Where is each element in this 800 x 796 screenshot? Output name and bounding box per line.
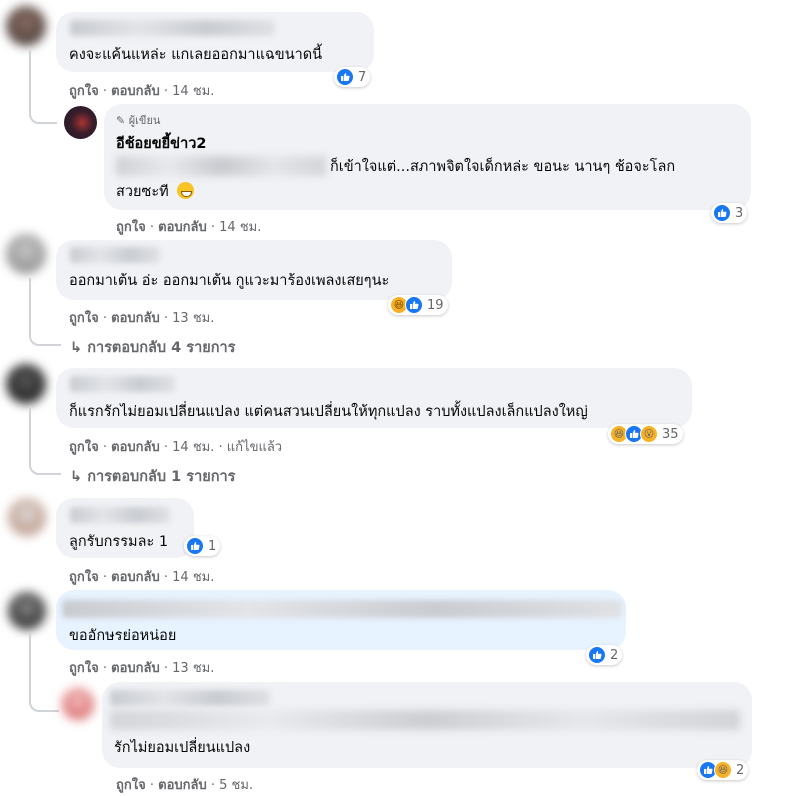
reply-link[interactable]: ตอบกลับ [111, 570, 160, 585]
like-link[interactable]: ถูกใจ [69, 661, 99, 676]
thumbs-up-icon [186, 537, 204, 555]
like-link[interactable]: ถูกใจ [69, 570, 99, 585]
avatar[interactable] [62, 688, 94, 720]
reaction-summary[interactable]: 😆 2 [697, 760, 749, 780]
reaction-summary[interactable]: 😆 19 [388, 295, 448, 315]
comment-actions: ถูกใจ · ตอบกลับ · 14 ชม. [116, 220, 262, 235]
thumbs-up-icon [713, 204, 731, 222]
view-replies-link[interactable]: ↳ การตอบกลับ 4 รายการ [70, 336, 235, 359]
timestamp[interactable]: 5 ชม. [219, 778, 253, 793]
timestamp[interactable]: 14 ชม. [172, 440, 214, 455]
thread-connector [29, 406, 61, 475]
reply-link[interactable]: ตอบกลับ [111, 84, 160, 99]
timestamp[interactable]: 13 ชม. [172, 311, 214, 326]
thumbs-up-icon [405, 296, 423, 314]
comment-text: รักไม่ยอมเปลี่ยนแปลง [114, 740, 251, 756]
reaction-summary[interactable]: 1 [184, 536, 221, 556]
like-link[interactable]: ถูกใจ [116, 778, 146, 793]
comment-actions: ถูกใจ · ตอบกลับ · 14 ชม. · แก้ไขแล้ว [69, 440, 283, 455]
like-link[interactable]: ถูกใจ [116, 220, 146, 235]
avatar[interactable] [8, 498, 46, 536]
comment-text: ขออักษรย่อหน่อย [69, 628, 177, 644]
timestamp[interactable]: 14 ชม. [172, 84, 214, 99]
avatar[interactable] [6, 234, 46, 274]
timestamp[interactable]: 14 ชม. [219, 220, 261, 235]
like-link[interactable]: ถูกใจ [69, 440, 99, 455]
view-replies-link[interactable]: ↳ การตอบกลับ 1 รายการ [70, 465, 235, 488]
reaction-summary[interactable]: 😆 😮 35 [608, 424, 683, 444]
commenter-name[interactable] [70, 376, 175, 392]
commenter-name[interactable] [70, 20, 275, 36]
comment-text: ลูกรับกรรมละ 1 [69, 534, 169, 550]
thread-connector [29, 50, 57, 124]
avatar[interactable] [6, 364, 46, 404]
comment-actions: ถูกใจ · ตอบกลับ · 14 ชม. [69, 570, 215, 585]
comment-text: ก็แรกรักไม่ยอมเปลี่ยนแปลง แต่คนสวนเปลี่ย… [69, 404, 588, 420]
edited-label: แก้ไขแล้ว [226, 440, 283, 455]
pencil-icon: ✎ [116, 114, 126, 127]
timestamp[interactable]: 13 ชม. [172, 661, 214, 676]
commenter-name[interactable] [70, 507, 170, 523]
commenter-name[interactable] [110, 690, 270, 706]
author-badge: ✎ ผู้เขียน [116, 114, 161, 127]
comment-text: ออกมาเต้น อ่ะ ออกมาเต้น กูแวะมาร้องเพลงเ… [69, 273, 390, 289]
avatar[interactable] [6, 6, 46, 46]
reply-link[interactable]: ตอบกลับ [111, 311, 160, 326]
grinning-emoji [177, 182, 195, 199]
like-link[interactable]: ถูกใจ [69, 311, 99, 326]
thread-connector [29, 632, 31, 692]
comment-actions: ถูกใจ · ตอบกลับ · 5 ชม. [116, 778, 254, 793]
commenter-name[interactable] [70, 247, 160, 263]
redacted-text [110, 710, 740, 730]
avatar[interactable] [8, 592, 46, 630]
timestamp[interactable]: 14 ชม. [172, 570, 214, 585]
thread-connector [29, 278, 61, 346]
thread-connector [29, 690, 59, 712]
comment-text-line2: สวยซะที [116, 182, 195, 202]
reply-link[interactable]: ตอบกลับ [111, 440, 160, 455]
reaction-summary[interactable]: 3 [711, 203, 748, 223]
laughing-face-icon: 😆 [714, 761, 732, 779]
reaction-summary[interactable]: 7 [334, 67, 371, 87]
commenter-name[interactable] [62, 600, 622, 618]
author-avatar[interactable] [64, 106, 97, 139]
reply-arrow-icon: ↳ [70, 340, 83, 356]
comment-actions: ถูกใจ · ตอบกลับ · 13 ชม. [69, 311, 215, 326]
redacted-text [116, 156, 326, 176]
reaction-summary[interactable]: 2 [586, 645, 623, 665]
commenter-name[interactable]: อีช้อยขยี้ข่าว2 [116, 132, 206, 155]
comment-actions: ถูกใจ · ตอบกลับ · 13 ชม. [69, 661, 215, 676]
thumbs-up-icon [588, 646, 606, 664]
comment-actions: ถูกใจ · ตอบกลับ · 14 ชม. [69, 84, 215, 99]
reply-link[interactable]: ตอบกลับ [158, 220, 207, 235]
thumbs-up-icon [336, 68, 354, 86]
reply-link[interactable]: ตอบกลับ [158, 778, 207, 793]
surprised-face-icon: 😮 [640, 425, 658, 443]
reply-arrow-icon: ↳ [70, 469, 83, 485]
comment-text: ก็เข้าใจแต่...สภาพจิตใจเด็กหล่ะ ขอนะ นาน… [330, 159, 676, 175]
comment-text: คงจะแค้นแหล่ะ แกเลยออกมาแฉขนาดนี้ [69, 47, 323, 63]
reply-link[interactable]: ตอบกลับ [111, 661, 160, 676]
like-link[interactable]: ถูกใจ [69, 84, 99, 99]
